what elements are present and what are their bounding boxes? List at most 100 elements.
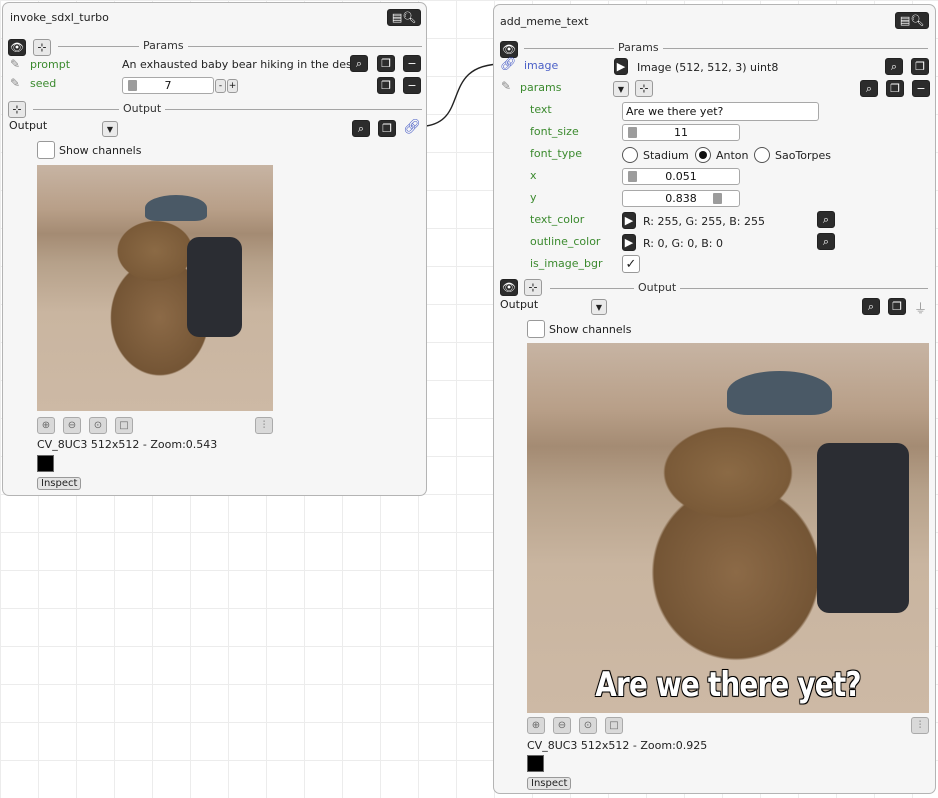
font-radio-stadium[interactable]	[622, 147, 638, 163]
prompt-value[interactable]: An exhausted baby bear hiking in the des…	[122, 58, 362, 71]
meme-caption: Are we there yet?	[595, 665, 861, 705]
output-label: Output	[9, 119, 48, 132]
collapse-icon[interactable]: ⊹	[635, 80, 653, 97]
params-section-label: Params	[139, 40, 188, 52]
show-channels-label: Show channels	[549, 323, 632, 336]
zoom-in-icon[interactable]: ⌕	[817, 233, 835, 250]
output-separator	[550, 288, 928, 289]
unplug-icon[interactable]: ⏚	[914, 298, 927, 317]
slider-grip[interactable]	[628, 127, 637, 138]
zoom-out-icon[interactable]: ⊖	[553, 717, 571, 734]
eye-icon[interactable]: 👁︎	[500, 41, 518, 58]
y-label: y	[530, 191, 537, 204]
pixel-color-swatch	[527, 755, 544, 772]
output-section-label: Output	[119, 103, 166, 115]
pencil-icon[interactable]: ✎	[10, 76, 20, 90]
font-type-label: font_type	[530, 147, 582, 160]
params-dropdown-button[interactable]: ▼	[613, 81, 629, 97]
slider-grip[interactable]	[628, 171, 637, 182]
zoom-out-icon[interactable]: ⊖	[63, 417, 81, 434]
seed-slider[interactable]: 7	[122, 77, 214, 94]
chain-link-icon[interactable]: 🔗︎	[403, 119, 421, 135]
output-dropdown-button[interactable]: ▼	[591, 299, 607, 315]
zoom-in-icon[interactable]: ⌕	[860, 80, 878, 97]
inspect-button[interactable]: Inspect	[37, 477, 82, 490]
cap-shape	[727, 371, 832, 415]
x-label: x	[530, 169, 537, 182]
zoom-in-icon[interactable]: ⊕	[37, 417, 55, 434]
y-value: 0.838	[665, 192, 697, 205]
text-param-label: text	[530, 103, 552, 116]
output-label: Output	[500, 298, 539, 311]
zoom-reset-icon[interactable]: ⊙	[579, 717, 597, 734]
seed-increment-button[interactable]: +	[227, 79, 238, 93]
show-channels-checkbox[interactable]	[527, 320, 545, 338]
outline-color-label: outline_color	[530, 235, 601, 248]
copy-icon[interactable]: ❐	[378, 120, 396, 137]
pencil-icon[interactable]: ✎	[10, 57, 20, 71]
fit-icon[interactable]: □	[605, 717, 623, 734]
params-separator	[58, 46, 422, 47]
font-option-saotorpes: SaoTorpes	[775, 149, 832, 162]
fit-icon[interactable]: □	[115, 417, 133, 434]
copy-icon[interactable]: ❐	[886, 80, 904, 97]
output-section-label: Output	[634, 282, 681, 294]
zoom-in-icon[interactable]: ⌕	[862, 298, 880, 315]
inspect-button[interactable]: Inspect	[527, 777, 572, 790]
font-radio-saotorpes[interactable]	[754, 147, 770, 163]
seed-decrement-button[interactable]: -	[215, 79, 226, 93]
slider-grip[interactable]	[128, 80, 137, 91]
zoom-reset-icon[interactable]: ⊙	[89, 417, 107, 434]
font-size-label: font_size	[530, 125, 579, 138]
font-radio-anton[interactable]	[695, 147, 711, 163]
copy-icon[interactable]: ❐	[377, 77, 395, 94]
params-separator	[524, 48, 928, 49]
text-color-label: text_color	[530, 213, 585, 226]
minus-icon[interactable]: −	[403, 55, 421, 72]
generated-image[interactable]	[37, 165, 273, 411]
minus-icon[interactable]: −	[403, 77, 421, 94]
node-add-meme-text[interactable]: add_meme_text ▤🔍︎ 👁︎ Params 🔗︎ image ▶ I…	[493, 4, 936, 794]
slider-grip[interactable]	[713, 193, 722, 204]
params-section-label: Params	[614, 42, 663, 54]
font-size-slider[interactable]: 11	[622, 124, 740, 141]
node-title: add_meme_text	[500, 15, 589, 28]
image-info: CV_8UC3 512x512 - Zoom:0.543	[37, 438, 218, 451]
text-color-value: R: 255, G: 255, B: 255	[643, 215, 765, 228]
chain-link-icon[interactable]: 🔗︎	[500, 57, 517, 72]
expand-arrow-icon[interactable]: ▶	[614, 58, 628, 75]
eye-icon[interactable]: 👁︎	[8, 39, 26, 56]
is-image-bgr-checkbox[interactable]: ✓	[622, 255, 640, 273]
font-size-value: 11	[674, 126, 688, 139]
node-menu-button[interactable]: ▤🔍︎	[387, 9, 421, 26]
meme-output-image[interactable]: Are we there yet?	[527, 343, 929, 713]
minus-icon[interactable]: −	[912, 80, 930, 97]
node-invoke-sdxl-turbo[interactable]: invoke_sdxl_turbo ▤🔍︎ 👁︎ ⊹ Params ✎ prom…	[2, 2, 427, 496]
x-slider[interactable]: 0.051	[622, 168, 740, 185]
settings-sliders-icon[interactable]: ⫶	[255, 417, 273, 434]
collapse-icon[interactable]: ⊹	[524, 279, 542, 296]
collapse-icon[interactable]: ⊹	[33, 39, 51, 56]
zoom-in-icon[interactable]: ⌕	[817, 211, 835, 228]
node-menu-button[interactable]: ▤🔍︎	[895, 12, 929, 29]
expand-arrow-icon[interactable]: ▶	[622, 212, 636, 229]
copy-icon[interactable]: ❐	[888, 298, 906, 315]
zoom-in-icon[interactable]: ⊕	[527, 717, 545, 734]
pixel-color-swatch	[37, 455, 54, 472]
copy-icon[interactable]: ❐	[377, 55, 395, 72]
y-slider[interactable]: 0.838	[622, 190, 740, 207]
settings-sliders-icon[interactable]: ⫶	[911, 717, 929, 734]
expand-arrow-icon[interactable]: ▶	[622, 234, 636, 251]
output-dropdown-button[interactable]: ▼	[102, 121, 118, 137]
show-channels-checkbox[interactable]	[37, 141, 55, 159]
outline-color-value: R: 0, G: 0, B: 0	[643, 237, 723, 250]
pencil-icon[interactable]: ✎	[501, 79, 511, 93]
text-input[interactable]: Are we there yet?	[622, 102, 819, 121]
zoom-in-icon[interactable]: ⌕	[350, 55, 368, 72]
collapse-icon[interactable]: ⊹	[8, 101, 26, 118]
eye-icon[interactable]: 👁︎	[500, 279, 518, 296]
image-info: CV_8UC3 512x512 - Zoom:0.925	[527, 739, 708, 752]
copy-icon[interactable]: ❐	[911, 58, 929, 75]
zoom-in-icon[interactable]: ⌕	[885, 58, 903, 75]
zoom-in-icon[interactable]: ⌕	[352, 120, 370, 137]
